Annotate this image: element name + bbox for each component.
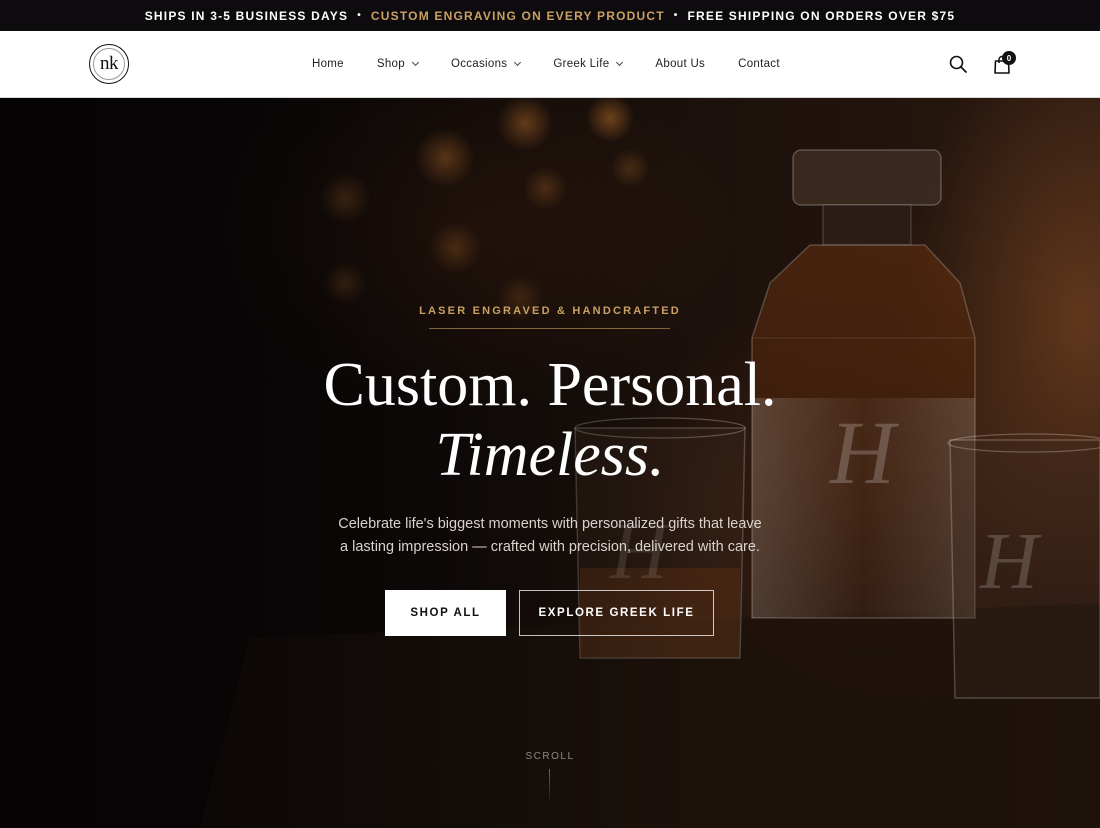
hero-subtext-line1: Celebrate life's biggest moments with pe… [338,516,762,532]
nav-occasions-label: Occasions [450,58,508,70]
scroll-indicator-label: SCROLL [525,751,575,762]
announcement-separator: • [673,10,679,21]
hero-content: LASER ENGRAVED & HANDCRAFTED Custom. Per… [0,98,1100,828]
hero-eyebrow: LASER ENGRAVED & HANDCRAFTED [419,305,681,317]
hero-section: H H H LASER ENGRAVED & HANDCRAFTED Custo… [0,98,1100,828]
nav-home[interactable]: Home [312,58,344,70]
announcement-shipping: SHIPS IN 3-5 BUSINESS DAYS [144,8,349,23]
chevron-down-icon [616,58,624,67]
announcement-bar: SHIPS IN 3-5 BUSINESS DAYS • CUSTOM ENGR… [0,0,1100,31]
nav-shop[interactable]: Shop [376,58,419,70]
hero-headline: Custom. Personal. Timeless. [0,350,1100,490]
announcement-free-shipping: FREE SHIPPING ON ORDERS OVER $75 [687,8,956,23]
site-header: nk Home Shop Occasions Greek Life About … [0,31,1100,98]
nav-contact-label: Contact [738,58,780,70]
nav-about-us[interactable]: About Us [655,58,705,70]
hero-subtext: Celebrate life's biggest moments with pe… [300,513,800,559]
shop-all-button[interactable]: SHOP ALL [385,590,506,636]
site-logo[interactable]: nk [89,44,129,84]
chevron-down-icon [411,58,419,67]
logo-text: nk [100,53,119,74]
nav-greek-life-label: Greek Life [553,58,610,70]
nav-occasions[interactable]: Occasions [450,58,522,70]
nav-home-label: Home [312,58,344,70]
search-icon[interactable] [949,55,967,73]
main-nav: Home Shop Occasions Greek Life About Us … [312,31,813,97]
chevron-down-icon [514,58,522,67]
hero-headline-line1: Custom. Personal. [323,351,777,419]
nav-contact[interactable]: Contact [738,58,780,70]
announcement-engraving: CUSTOM ENGRAVING ON EVERY PRODUCT [370,8,665,23]
nav-shop-label: Shop [376,58,405,70]
hero-headline-line2: Timeless. [435,421,665,489]
nav-about-us-label: About Us [655,58,706,70]
eyebrow-divider [429,328,670,329]
scroll-indicator-line [549,769,550,801]
explore-greek-life-button[interactable]: EXPLORE GREEK LIFE [519,590,714,636]
cart-count-badge: 0 [1002,51,1016,65]
hero-subtext-line2: a lasting impression — crafted with prec… [340,539,760,555]
nav-greek-life[interactable]: Greek Life [553,58,624,70]
announcement-separator: • [357,10,362,21]
